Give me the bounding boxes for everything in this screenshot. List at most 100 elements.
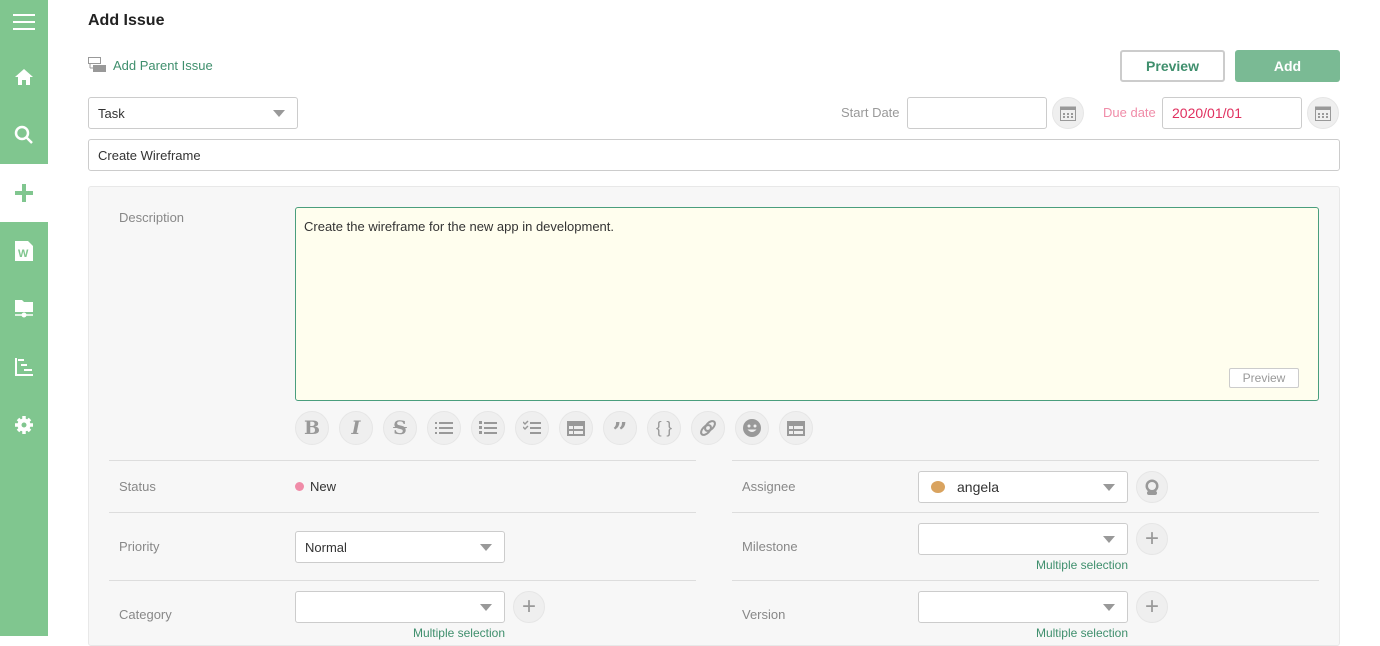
bulleted-list-icon bbox=[435, 422, 453, 434]
italic-button[interactable]: I bbox=[339, 411, 373, 445]
priority-value: Normal bbox=[305, 539, 347, 555]
version-select[interactable] bbox=[918, 591, 1128, 623]
strikethrough-icon: S bbox=[393, 417, 407, 439]
emoji-button[interactable] bbox=[735, 411, 769, 445]
status-dot bbox=[295, 482, 304, 491]
due-date-label: Due date bbox=[1103, 105, 1156, 120]
start-date-calendar-button[interactable] bbox=[1052, 97, 1084, 129]
wiki-icon: W bbox=[15, 241, 33, 261]
link-button[interactable] bbox=[691, 411, 725, 445]
add-category-button[interactable]: + bbox=[513, 591, 545, 623]
add-milestone-button[interactable]: + bbox=[1136, 523, 1168, 555]
divider bbox=[732, 460, 1319, 461]
due-date-input[interactable]: 2020/01/01 bbox=[1162, 97, 1302, 129]
link-icon bbox=[700, 420, 716, 436]
category-select[interactable] bbox=[295, 591, 505, 623]
description-text: Create the wireframe for the new app in … bbox=[304, 219, 615, 234]
code-button[interactable]: { } bbox=[647, 411, 681, 445]
divider bbox=[109, 512, 696, 513]
bold-icon: B bbox=[303, 417, 321, 439]
milestone-multiple-selection-link[interactable]: Multiple selection bbox=[918, 558, 1128, 572]
add-parent-issue-link[interactable]: Add Parent Issue bbox=[88, 57, 213, 73]
start-date-input[interactable] bbox=[907, 97, 1047, 129]
sidebar-item-home[interactable] bbox=[0, 48, 48, 106]
status-text: New bbox=[310, 479, 337, 494]
bulleted-list-button[interactable] bbox=[427, 411, 461, 445]
table-button-2[interactable] bbox=[779, 411, 813, 445]
sidebar-item-settings[interactable] bbox=[0, 396, 48, 454]
milestone-label: Milestone bbox=[742, 539, 798, 554]
preview-button[interactable]: Preview bbox=[1120, 50, 1225, 82]
category-label: Category bbox=[119, 607, 172, 622]
numbered-list-button[interactable] bbox=[471, 411, 505, 445]
sidebar-item-search[interactable] bbox=[0, 106, 48, 164]
page-title: Add Issue bbox=[88, 12, 165, 29]
chevron-down-icon bbox=[1103, 604, 1115, 611]
assign-to-me-button[interactable] bbox=[1136, 471, 1168, 503]
status-value: New bbox=[295, 479, 336, 494]
status-label: Status bbox=[119, 479, 156, 494]
add-button[interactable]: Add bbox=[1235, 50, 1340, 82]
sidebar: W bbox=[0, 0, 48, 636]
assignee-value: angela bbox=[957, 479, 1000, 495]
avatar bbox=[931, 481, 945, 493]
calendar-icon bbox=[1315, 106, 1331, 121]
user-icon bbox=[1145, 479, 1159, 495]
table-button[interactable] bbox=[559, 411, 593, 445]
chevron-down-icon bbox=[1103, 484, 1115, 491]
calendar-icon bbox=[1060, 106, 1076, 121]
parent-issue-icon bbox=[88, 57, 106, 72]
numbered-list-icon bbox=[479, 421, 497, 434]
shared-folder-icon bbox=[15, 300, 33, 318]
emoji-icon bbox=[743, 419, 761, 437]
description-label: Description bbox=[119, 210, 185, 225]
italic-icon: I bbox=[351, 417, 361, 439]
table-icon bbox=[567, 420, 585, 436]
plus-icon bbox=[15, 184, 33, 202]
table-icon bbox=[787, 420, 805, 436]
priority-label: Priority bbox=[119, 539, 160, 554]
description-preview-button[interactable]: Preview bbox=[1229, 368, 1299, 388]
search-icon bbox=[14, 125, 33, 144]
divider bbox=[732, 580, 1319, 581]
sidebar-item-gantt[interactable] bbox=[0, 338, 48, 396]
code-icon: { } bbox=[655, 418, 673, 437]
category-multiple-selection-link[interactable]: Multiple selection bbox=[295, 626, 505, 640]
assignee-label: Assignee bbox=[742, 479, 796, 494]
chevron-down-icon bbox=[1103, 536, 1115, 543]
chevron-down-icon bbox=[480, 544, 492, 551]
assignee-select[interactable]: angela bbox=[918, 471, 1128, 503]
divider bbox=[109, 460, 696, 461]
sidebar-item-wiki[interactable]: W bbox=[0, 222, 48, 280]
subject-input[interactable]: Create Wireframe bbox=[88, 139, 1340, 171]
milestone-select[interactable] bbox=[918, 523, 1128, 555]
add-version-button[interactable]: + bbox=[1136, 591, 1168, 623]
menu-button[interactable] bbox=[0, 0, 48, 51]
divider bbox=[732, 512, 1319, 513]
due-date-calendar-button[interactable] bbox=[1307, 97, 1339, 129]
version-multiple-selection-link[interactable]: Multiple selection bbox=[918, 626, 1128, 640]
quote-button[interactable]: ” bbox=[603, 411, 637, 448]
start-date-label: Start Date bbox=[841, 105, 900, 120]
svg-text:W: W bbox=[18, 248, 29, 260]
divider bbox=[109, 580, 696, 581]
chevron-down-icon bbox=[480, 604, 492, 611]
sidebar-item-shared-files[interactable] bbox=[0, 280, 48, 338]
quote-icon: ” bbox=[612, 418, 628, 448]
menu-icon bbox=[13, 14, 35, 30]
version-label: Version bbox=[742, 607, 786, 622]
bold-button[interactable]: B bbox=[295, 411, 329, 445]
sidebar-item-add-issue[interactable] bbox=[0, 164, 48, 222]
plus-icon: + bbox=[1144, 593, 1159, 620]
issue-type-select[interactable]: Task bbox=[88, 97, 298, 129]
priority-select[interactable]: Normal bbox=[295, 531, 505, 563]
plus-icon: + bbox=[521, 593, 536, 620]
home-icon bbox=[15, 69, 33, 85]
checklist-button[interactable] bbox=[515, 411, 549, 445]
plus-icon: + bbox=[1144, 525, 1159, 552]
chevron-down-icon bbox=[273, 110, 285, 117]
strikethrough-button[interactable]: S bbox=[383, 411, 417, 445]
description-textarea[interactable]: Create the wireframe for the new app in … bbox=[295, 207, 1319, 401]
gear-icon bbox=[15, 416, 33, 434]
checklist-icon bbox=[523, 420, 541, 434]
